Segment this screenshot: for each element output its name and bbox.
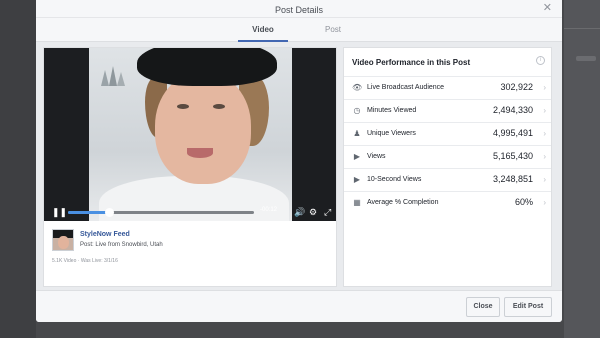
post-meta: 5.1K Video · Was Live: 3/1/16 <box>52 258 118 264</box>
tab-bar: Video Post <box>36 18 562 42</box>
film-icon: ▦ <box>353 198 361 207</box>
chevron-right-icon: › <box>543 106 546 115</box>
page-avatar[interactable] <box>52 229 74 251</box>
trees-graphic <box>101 66 125 86</box>
metric-value: 3,248,851 <box>492 174 533 184</box>
background-left-column <box>0 0 36 338</box>
post-info: StyleNow Feed Post: Live from Snowbird, … <box>52 229 328 251</box>
hat-graphic <box>137 48 277 86</box>
performance-card: Video Performance in this Post i 👁 Live … <box>343 47 552 287</box>
gear-icon[interactable]: ⚙ <box>309 206 317 218</box>
background-text-placeholder <box>576 56 596 61</box>
metric-label: Views <box>367 153 386 160</box>
time-remaining: -00:12 <box>260 207 278 213</box>
progress-fill <box>68 211 109 214</box>
chevron-right-icon: › <box>543 152 546 161</box>
modal-title: Post Details <box>274 5 324 15</box>
modal-header: Post Details ✕ <box>36 0 562 18</box>
metric-label: Live Broadcast Audience <box>367 84 445 91</box>
video-player[interactable]: ❚❚ -00:12 🔊 ⚙ ⤢ <box>44 48 336 221</box>
tab-post[interactable]: Post <box>308 18 358 42</box>
metric-value: 302,922 <box>500 82 533 92</box>
metric-value: 60% <box>514 197 533 207</box>
video-camera-icon: ▶ <box>353 175 361 184</box>
progress-knob[interactable] <box>104 208 114 217</box>
metric-row-live-audience[interactable]: 👁 Live Broadcast Audience 302,922 › <box>344 76 551 99</box>
modal-footer: Close Edit Post <box>36 290 562 322</box>
metric-row-10-second-views[interactable]: ▶ 10-Second Views 3,248,851 › <box>344 168 551 191</box>
metric-value: 2,494,330 <box>492 105 533 115</box>
chevron-right-icon: › <box>543 83 546 92</box>
post-details-modal: Post Details ✕ Video Post ❚❚ -00:12 🔊 ⚙ … <box>36 0 562 322</box>
video-frame <box>89 48 292 221</box>
metric-label: Minutes Viewed <box>367 107 417 114</box>
metric-row-unique-viewers[interactable]: ♟ Unique Viewers 4,995,491 › <box>344 122 551 145</box>
progress-bar[interactable] <box>68 208 254 217</box>
background-right-column <box>564 0 600 338</box>
metric-label: Average % Completion <box>367 199 439 206</box>
close-icon[interactable]: ✕ <box>543 2 552 15</box>
video-controls: ❚❚ -00:12 🔊 ⚙ ⤢ <box>44 203 336 221</box>
person-icon: ♟ <box>353 129 361 138</box>
metric-value: 5,165,430 <box>492 151 533 161</box>
metric-row-views[interactable]: ▶ Views 5,165,430 › <box>344 145 551 168</box>
tab-video[interactable]: Video <box>238 18 288 42</box>
background-divider <box>564 28 600 29</box>
volume-icon[interactable]: 🔊 <box>294 206 305 218</box>
metric-row-minutes-viewed[interactable]: ◷ Minutes Viewed 2,494,330 › <box>344 99 551 122</box>
eye-graphic-left <box>177 104 189 109</box>
chevron-right-icon: › <box>543 129 546 138</box>
metric-label: Unique Viewers <box>367 130 416 137</box>
post-subtitle: Post: Live from Snowbird, Utah <box>80 242 163 248</box>
page-name-link[interactable]: StyleNow Feed <box>80 231 130 238</box>
eye-graphic-right <box>213 104 225 109</box>
chevron-right-icon: › <box>543 175 546 184</box>
close-button[interactable]: Close <box>466 297 500 317</box>
metric-label: 10-Second Views <box>367 176 422 183</box>
eye-icon: 👁 <box>352 83 363 92</box>
edit-post-button[interactable]: Edit Post <box>504 297 552 317</box>
clock-icon: ◷ <box>353 106 361 115</box>
mouth-graphic <box>187 148 213 158</box>
pause-icon[interactable]: ❚❚ <box>52 206 67 218</box>
modal-body: ❚❚ -00:12 🔊 ⚙ ⤢ StyleNow Feed Post: Live… <box>36 42 562 290</box>
performance-title: Video Performance in this Post <box>352 58 471 67</box>
metric-value: 4,995,491 <box>492 128 533 138</box>
video-camera-icon: ▶ <box>353 152 361 161</box>
metric-row-average-completion[interactable]: ▦ Average % Completion 60% › <box>344 191 551 214</box>
chevron-right-icon: › <box>543 198 546 207</box>
info-icon[interactable]: i <box>536 56 545 65</box>
video-card: ❚❚ -00:12 🔊 ⚙ ⤢ StyleNow Feed Post: Live… <box>43 47 337 287</box>
face-graphic <box>155 72 251 184</box>
fullscreen-icon[interactable]: ⤢ <box>324 206 331 218</box>
